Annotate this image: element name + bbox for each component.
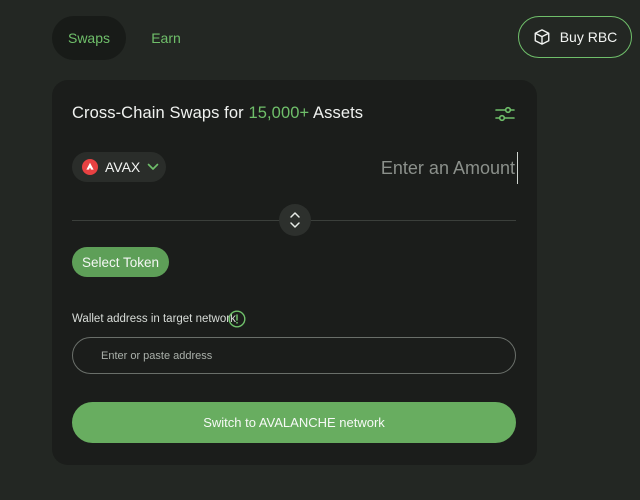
title-suffix: Assets	[309, 104, 364, 122]
title-prefix: Cross-Chain Swaps for	[72, 104, 249, 122]
wallet-address-input[interactable]	[72, 337, 516, 374]
avax-icon	[82, 159, 98, 175]
top-navigation: Swaps Earn Buy RBC	[0, 0, 640, 80]
swap-card-title: Cross-Chain Swaps for 15,000+ Assets	[72, 104, 363, 123]
sliders-icon[interactable]	[494, 104, 516, 124]
exclamation-circle-icon[interactable]	[228, 310, 246, 328]
up-down-chevrons-icon	[290, 212, 300, 228]
switch-direction-button[interactable]	[279, 204, 311, 236]
cube-icon	[534, 29, 550, 45]
tab-earn[interactable]: Earn	[138, 16, 194, 60]
buy-rbc-label: Buy RBC	[559, 29, 618, 45]
from-token-symbol: AVAX	[105, 159, 141, 175]
buy-rbc-button[interactable]: Buy RBC	[518, 16, 632, 58]
title-accent: 15,000+	[248, 104, 310, 122]
amount-input[interactable]	[302, 152, 518, 184]
from-token-selector[interactable]: AVAX	[72, 152, 166, 182]
tab-swaps[interactable]: Swaps	[52, 16, 126, 60]
chevron-down-icon	[147, 163, 159, 170]
wallet-address-label: Wallet address in target network	[72, 313, 236, 325]
switch-network-button[interactable]: Switch to AVALANCHE network	[72, 402, 516, 443]
swap-card: Cross-Chain Swaps for 15,000+ Assets AVA…	[52, 80, 537, 465]
select-token-button[interactable]: Select Token	[72, 247, 169, 277]
